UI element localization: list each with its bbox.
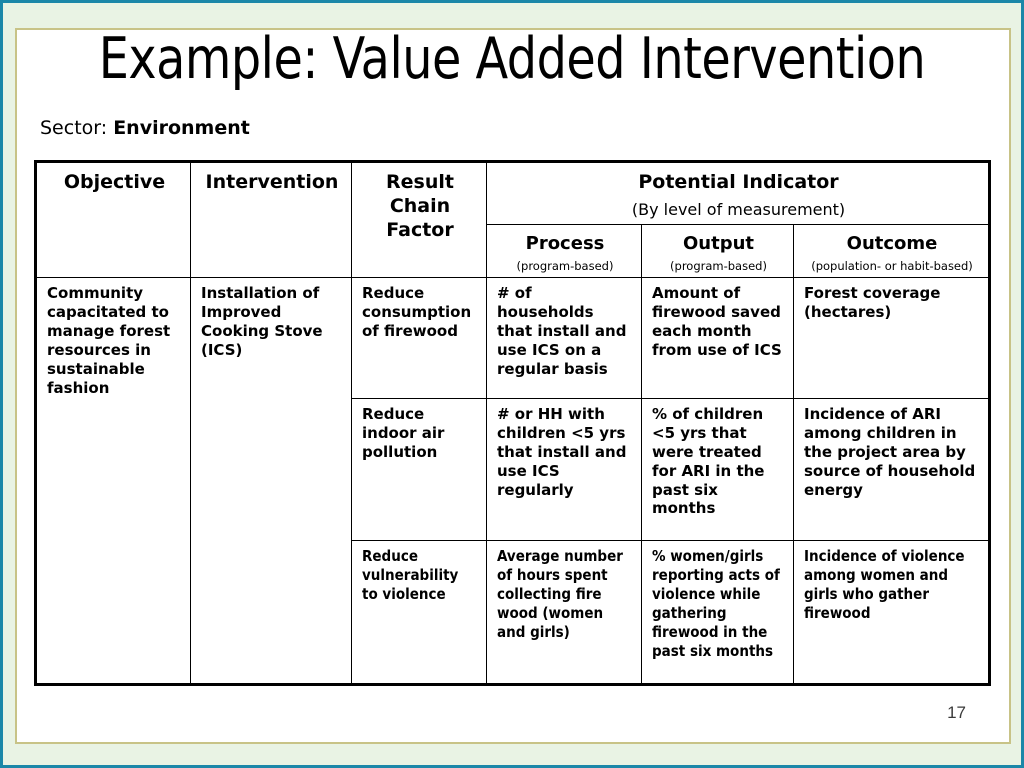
cell-intervention: Installation of Improved Cooking Stove (… [190,277,352,685]
slide-content: Example: Value Added Intervention Sector… [0,0,1024,768]
cell-process-2: # or HH with children <5 yrs that instal… [486,397,642,542]
process-note: (program-based) [516,258,614,273]
potential-indicator-title: Potential Indicator [638,171,839,193]
cell-output-1: Amount of firewood saved each month from… [641,277,794,399]
column-header-result-chain-factor: Result Chain Factor [351,160,487,279]
cell-outcome-2: Incidence of ARI among children in the p… [792,397,991,542]
cell-outcome-1: Forest coverage (hectares) [792,277,991,399]
result-chain-line-1: Result [386,171,454,193]
column-header-outcome: Outcome (population- or habit-based) [792,224,991,279]
value-added-intervention-table: Objective Intervention Result Chain Fact… [34,160,992,686]
output-note: (program-based) [670,258,767,273]
cell-outcome-3: Incidence of violence among women and gi… [792,540,991,685]
result-chain-line-3: Factor [386,218,454,241]
process-title: Process [525,233,605,255]
column-header-process: Process (program-based) [486,224,642,279]
table-body: Community capacitated to manage forest r… [35,277,991,685]
sector-label: Sector: [40,117,108,139]
cell-output-3: % women/girls reporting acts of violence… [641,540,794,685]
column-header-output: Output (program-based) [641,224,794,279]
cell-process-1: # of households that install and use ICS… [486,277,642,399]
outcome-note: (population- or habit-based) [811,258,973,273]
table-header-row-top: Objective Intervention Result Chain Fact… [35,160,991,279]
potential-indicator-subtitle: (By level of measurement) [631,199,846,219]
table-row: Community capacitated to manage forest r… [35,277,991,685]
column-header-objective: Objective [35,160,191,279]
table-head: Objective Intervention Result Chain Fact… [35,160,991,279]
output-title: Output [682,233,755,255]
result-chain-line-2: Chain [389,194,451,217]
cell-result-chain-factor-3: Reduce vulnerability to violence [351,540,487,685]
sector-line: Sector: Environment [40,117,250,139]
cell-result-chain-factor-1: Reduce consumption of firewood [351,277,487,399]
cell-objective: Community capacitated to manage forest r… [35,277,191,685]
slide: Example: Value Added Intervention Sector… [0,0,1024,768]
page-number: 17 [947,703,966,722]
page-title: Example: Value Added Intervention [98,26,926,92]
column-header-intervention: Intervention [190,160,352,279]
column-header-potential-indicator: Potential Indicator (By level of measure… [485,160,991,226]
cell-result-chain-factor-2: Reduce indoor air pollution [351,397,487,542]
sector-value: Environment [113,117,250,139]
cell-process-3: Average number of hours spent collecting… [486,540,642,685]
cell-output-2: % of children <5 yrs that were treated f… [641,397,794,542]
outcome-title: Outcome [846,233,938,255]
